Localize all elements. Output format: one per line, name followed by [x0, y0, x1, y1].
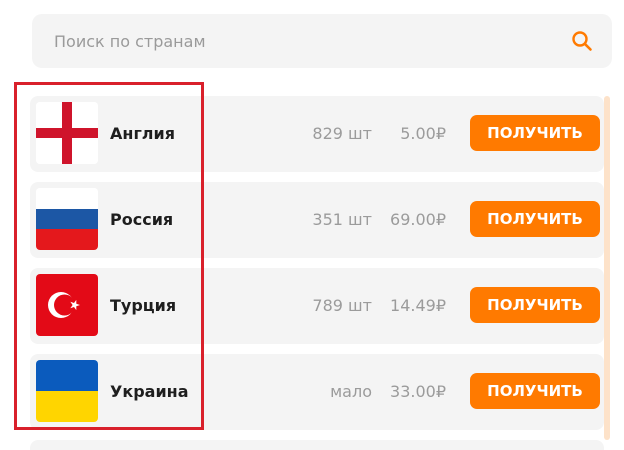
country-row-ukraine: Украина мало 33.00₽ ПОЛУЧИТЬ: [30, 354, 604, 430]
scrollbar[interactable]: [604, 96, 610, 440]
get-button[interactable]: ПОЛУЧИТЬ: [470, 287, 600, 323]
get-button[interactable]: ПОЛУЧИТЬ: [470, 201, 600, 237]
country-price: 14.49₽: [390, 296, 446, 315]
england-flag-icon: [36, 102, 98, 164]
country-price: 5.00₽: [400, 124, 446, 143]
country-name: Украина: [110, 382, 189, 401]
country-quantity: мало: [330, 382, 372, 401]
country-row-england: Англия 829 шт 5.00₽ ПОЛУЧИТЬ: [30, 96, 604, 172]
country-row-turkey: Турция 789 шт 14.49₽ ПОЛУЧИТЬ: [30, 268, 604, 344]
search-bar[interactable]: [32, 14, 612, 68]
search-input[interactable]: [52, 30, 570, 52]
country-row-russia: Россия 351 шт 69.00₽ ПОЛУЧИТЬ: [30, 182, 604, 258]
country-quantity: 789 шт: [312, 296, 372, 315]
country-name: Россия: [110, 210, 174, 229]
country-price: 33.00₽: [390, 382, 446, 401]
list-item: [30, 440, 604, 450]
country-quantity: 829 шт: [312, 124, 372, 143]
get-button[interactable]: ПОЛУЧИТЬ: [470, 373, 600, 409]
ukraine-flag-icon: [36, 360, 98, 422]
country-quantity: 351 шт: [312, 210, 372, 229]
turkey-flag-icon: [36, 274, 98, 336]
russia-flag-icon: [36, 188, 98, 250]
country-name: Англия: [110, 124, 175, 143]
get-button[interactable]: ПОЛУЧИТЬ: [470, 115, 600, 151]
country-name: Турция: [110, 296, 177, 315]
search-icon[interactable]: [570, 29, 594, 53]
country-price: 69.00₽: [390, 210, 446, 229]
